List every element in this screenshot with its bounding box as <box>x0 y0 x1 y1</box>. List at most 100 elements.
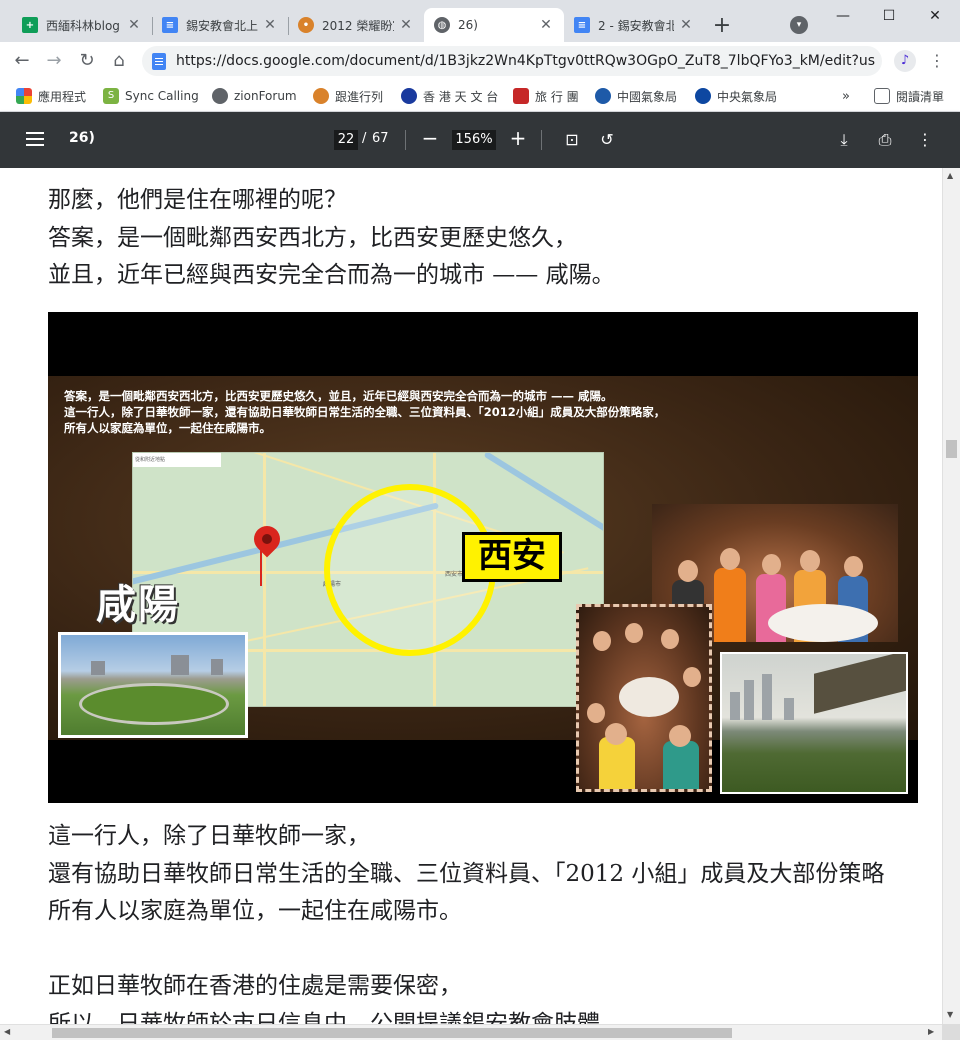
sync-icon: S <box>103 88 119 104</box>
bookmark-label: 應用程式 <box>38 89 87 104</box>
page-total: 67 <box>372 131 389 146</box>
forward-arrow-icon[interactable]: → <box>41 48 67 74</box>
pdf-page-viewport: 那麼，他們是住在哪裡的呢？ 答案，是一個毗鄰西安西北方，比西安更歷史悠久， 並且… <box>0 168 942 1024</box>
bookmark-label: 中央氣象局 <box>717 89 778 104</box>
text-line: 這一行人，除了日華牧師一家， <box>48 823 370 849</box>
tab-search-icon[interactable]: ▾ <box>790 16 808 34</box>
bookmark-label: 香 港 天 文 台 <box>423 89 499 104</box>
scroll-up-arrow-icon[interactable]: ▲ <box>947 171 953 180</box>
bookmark-travel[interactable]: 旅 行 團 <box>513 85 579 107</box>
tab-2[interactable]: ≡ 錫安教會北上 ✕ <box>152 8 288 42</box>
caption-line: 答案，是一個毗鄰西安西北方，比西安更歷史悠久，並且，近年已經與西安完全合而為一的… <box>64 389 613 403</box>
bookmark-followup[interactable]: 跟進行列 <box>313 85 383 107</box>
apps-grid-icon <box>16 88 32 104</box>
page-separator: / <box>362 131 367 146</box>
cwb-icon <box>695 88 711 104</box>
tab-5[interactable]: ≡ 2 - 錫安教會北 ✕ <box>564 8 704 42</box>
scrollbar-corner <box>942 1024 960 1040</box>
bookmark-label: zionForum <box>234 89 297 103</box>
vertical-scroll-thumb[interactable] <box>946 440 957 458</box>
pdf-title: 26) <box>69 130 95 146</box>
close-icon[interactable]: ✕ <box>126 17 142 33</box>
xianyang-label: 咸陽 <box>96 582 180 628</box>
bookmarks-bar: 應用程式 S Sync Calling zionForum 跟進行列 香 港 天… <box>0 80 960 112</box>
bookmark-zionforum[interactable]: zionForum <box>212 85 297 107</box>
horizontal-scrollbar[interactable]: ◀ ▶ <box>0 1024 942 1040</box>
music-extension-icon[interactable]: ♪ <box>894 50 916 72</box>
text-line <box>48 931 884 969</box>
text-line: 並且，近年已經與西安完全合而為一的城市 —— 咸陽。 <box>48 262 615 288</box>
fit-page-icon[interactable]: ⊡ <box>560 128 584 152</box>
bookmark-label: 旅 行 團 <box>535 89 579 104</box>
tab-1[interactable]: + 西緬科林blog ✕ <box>12 8 152 42</box>
docs-icon: ≡ <box>574 17 590 33</box>
zoom-level-input[interactable]: 156% <box>452 130 496 150</box>
horizontal-scroll-thumb[interactable] <box>52 1028 732 1038</box>
reading-list-button[interactable]: 閱讀清單 <box>874 85 944 107</box>
tab-3[interactable]: • 2012 榮耀盼室 ✕ <box>288 8 424 42</box>
docs-icon: ≡ <box>162 17 178 33</box>
reading-list-icon <box>874 88 890 104</box>
map-search-box: 從和附近地點 <box>133 453 221 467</box>
text-line: 那麼，他們是住在哪裡的呢？ <box>48 187 347 213</box>
zoom-out-icon[interactable]: − <box>418 127 442 151</box>
group-photo-dinner <box>576 604 712 792</box>
bookmarks-overflow-icon[interactable]: » <box>842 85 850 107</box>
scroll-right-arrow-icon[interactable]: ▶ <box>928 1027 934 1036</box>
caption-line: 所有人以家庭為單位，一起住在咸陽市。 <box>64 421 271 435</box>
rotate-icon[interactable]: ↺ <box>595 128 619 152</box>
text-line: 所以，日華牧師於市日信息中，公開提議錫安教會肢體 <box>48 1010 600 1025</box>
minimize-button[interactable]: — <box>820 4 866 28</box>
print-icon[interactable]: ⎙ <box>873 128 897 152</box>
text-line: 所有人以家庭為單位，一起住在咸陽市。 <box>48 898 462 924</box>
browser-menu-icon[interactable]: ⋮ <box>928 50 946 72</box>
pdf-toolbar: 26) 22 / 67 − 156% + ⊡ ↺ ⤓ ⎙ ⋮ <box>0 112 960 168</box>
tab-title: 西緬科林blog <box>46 18 120 33</box>
menu-icon[interactable] <box>26 132 44 134</box>
close-icon[interactable]: ✕ <box>398 17 414 33</box>
zoom-in-icon[interactable]: + <box>506 127 530 151</box>
text-line: 正如日華牧師在香港的住處是需要保密， <box>48 973 462 999</box>
maximize-button[interactable]: ☐ <box>866 4 912 28</box>
close-icon[interactable]: ✕ <box>678 17 694 33</box>
close-icon[interactable]: ✕ <box>262 17 278 33</box>
bookmark-label: 跟進行列 <box>335 89 384 104</box>
tab-title: 26) <box>458 18 478 32</box>
bookmark-sync-calling[interactable]: S Sync Calling <box>103 85 199 107</box>
cma-icon <box>595 88 611 104</box>
scroll-down-arrow-icon[interactable]: ▼ <box>947 1010 953 1019</box>
slide-caption: 答案，是一個毗鄰西安西北方，比西安更歷史悠久，並且，近年已經與西安完全合而為一的… <box>64 388 665 436</box>
hko-icon <box>401 88 417 104</box>
reload-icon[interactable]: ↻ <box>74 48 100 74</box>
xianyang-city-photo <box>58 632 248 738</box>
slide-panel: 答案，是一個毗鄰西安西北方，比西安更歷史悠久，並且，近年已經與西安完全合而為一的… <box>48 376 918 794</box>
bookmark-cma[interactable]: 中國氣象局 <box>595 85 677 107</box>
home-icon[interactable]: ⌂ <box>106 48 132 74</box>
travel-icon <box>513 88 529 104</box>
bookmark-cwb[interactable]: 中央氣象局 <box>695 85 777 107</box>
bookmark-hko[interactable]: 香 港 天 文 台 <box>401 85 498 107</box>
bridge-river-photo <box>720 652 908 794</box>
close-window-button[interactable]: ✕ <box>912 4 958 28</box>
tab-4-active[interactable]: ◍ 26) ✕ <box>424 8 564 42</box>
close-icon[interactable]: ✕ <box>538 17 554 33</box>
download-icon[interactable]: ⤓ <box>832 128 856 152</box>
more-options-icon[interactable]: ⋮ <box>913 128 937 152</box>
bookmark-apps[interactable]: 應用程式 <box>16 85 86 107</box>
address-bar[interactable]: https://docs.google.com/document/d/1B3jk… <box>142 46 882 76</box>
url-text[interactable]: https://docs.google.com/document/d/1B3jk… <box>176 53 876 69</box>
page-number-input[interactable]: 22 <box>334 130 358 150</box>
bookmark-label: 閱讀清單 <box>896 89 945 104</box>
site-icon <box>313 88 329 104</box>
back-arrow-icon[interactable]: ← <box>9 48 35 74</box>
caption-line: 這一行人，除了日華牧師一家，還有協助日華牧師日常生活的全職、三位資料員、「201… <box>64 405 666 419</box>
tab-title: 錫安教會北上 <box>186 18 258 33</box>
globe-icon: ◍ <box>434 17 450 33</box>
scroll-left-arrow-icon[interactable]: ◀ <box>4 1027 10 1036</box>
docs-icon <box>152 52 166 70</box>
text-line: 還有協助日華牧師日常生活的全職、三位資料員、「2012 小組」成員及大部份策略 <box>48 860 885 887</box>
vertical-scrollbar[interactable]: ▲ ▼ <box>942 168 960 1024</box>
tab-title: 2 - 錫安教會北 <box>598 18 674 33</box>
xian-label: 西安 <box>462 532 562 582</box>
new-tab-button[interactable]: + <box>708 12 736 40</box>
